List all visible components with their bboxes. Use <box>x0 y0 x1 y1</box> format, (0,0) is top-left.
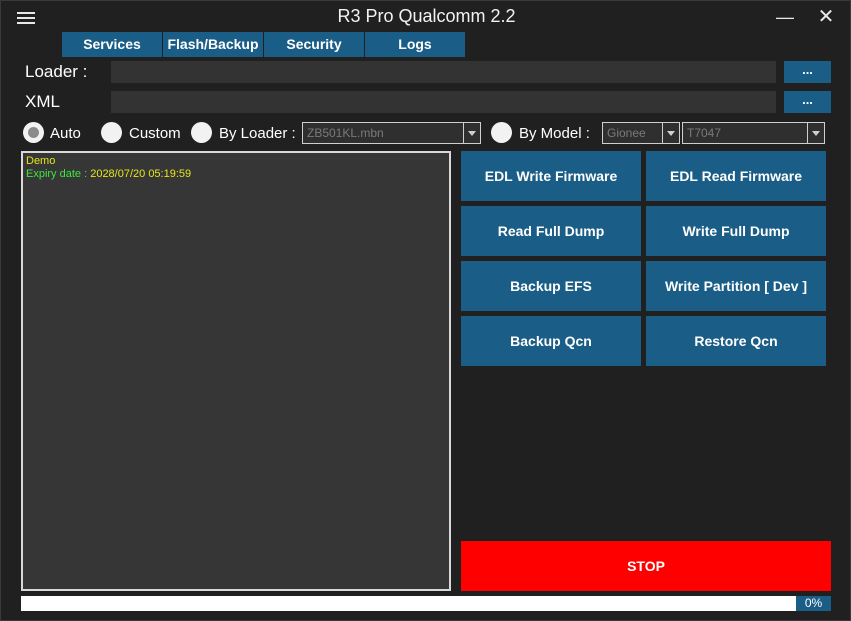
restore-qcn-button[interactable]: Restore Qcn <box>646 316 826 366</box>
tab-bar: Services Flash/Backup Security Logs <box>62 32 466 57</box>
chevron-down-icon[interactable] <box>463 123 480 143</box>
tab-services[interactable]: Services <box>62 32 162 57</box>
stop-button[interactable]: STOP <box>461 541 831 591</box>
xml-browse-button[interactable]: ... <box>784 91 831 113</box>
log-line-expiry: Expiry date : 2028/07/20 05:19:59 <box>26 168 446 181</box>
write-full-dump-button[interactable]: Write Full Dump <box>646 206 826 256</box>
chevron-down-icon[interactable] <box>807 123 824 143</box>
by-loader-label: By Loader : <box>219 125 296 142</box>
window-title: R3 Pro Qualcomm 2.2 <box>337 6 516 26</box>
tab-flash-backup[interactable]: Flash/Backup <box>163 32 263 57</box>
tab-logs[interactable]: Logs <box>365 32 465 57</box>
model-select-value: T7047 <box>687 126 722 140</box>
close-button[interactable]: ✕ <box>814 7 838 27</box>
edl-read-firmware-button[interactable]: EDL Read Firmware <box>646 151 826 201</box>
log-output[interactable]: Demo Expiry date : 2028/07/20 05:19:59 <box>21 151 451 591</box>
progress-percent: 0% <box>796 596 831 611</box>
chevron-down-icon[interactable] <box>662 123 679 143</box>
xml-path-field[interactable] <box>111 91 776 113</box>
loader-label: Loader : <box>25 62 88 81</box>
write-partition-button[interactable]: Write Partition [ Dev ] <box>646 261 826 311</box>
progress-bar <box>21 596 796 611</box>
loader-select[interactable]: ZB501KL.mbn <box>302 122 481 144</box>
minimize-button[interactable]: — <box>773 7 797 27</box>
by-model-label: By Model : <box>519 125 590 142</box>
brand-select-value: Gionee <box>607 126 646 140</box>
custom-radio[interactable] <box>101 122 122 143</box>
read-full-dump-button[interactable]: Read Full Dump <box>461 206 641 256</box>
loader-select-value: ZB501KL.mbn <box>307 126 384 140</box>
custom-radio-label: Custom <box>129 125 181 142</box>
backup-efs-button[interactable]: Backup EFS <box>461 261 641 311</box>
tab-security[interactable]: Security <box>264 32 364 57</box>
edl-write-firmware-button[interactable]: EDL Write Firmware <box>461 151 641 201</box>
log-line: Demo <box>26 155 56 167</box>
by-model-radio[interactable] <box>491 122 512 143</box>
loader-path-field[interactable] <box>111 61 776 83</box>
auto-radio-label: Auto <box>50 125 81 142</box>
expiry-value: 2028/07/20 05:19:59 <box>90 168 192 180</box>
brand-select[interactable]: Gionee <box>602 122 680 144</box>
by-loader-radio[interactable] <box>191 122 212 143</box>
xml-label: XML <box>25 92 60 111</box>
auto-radio[interactable] <box>23 122 44 143</box>
backup-qcn-button[interactable]: Backup Qcn <box>461 316 641 366</box>
loader-browse-button[interactable]: ... <box>784 61 831 83</box>
model-select[interactable]: T7047 <box>682 122 825 144</box>
app-window: R3 Pro Qualcomm 2.2 — ✕ Services Flash/B… <box>0 0 851 621</box>
expiry-key: Expiry date : <box>26 168 91 180</box>
